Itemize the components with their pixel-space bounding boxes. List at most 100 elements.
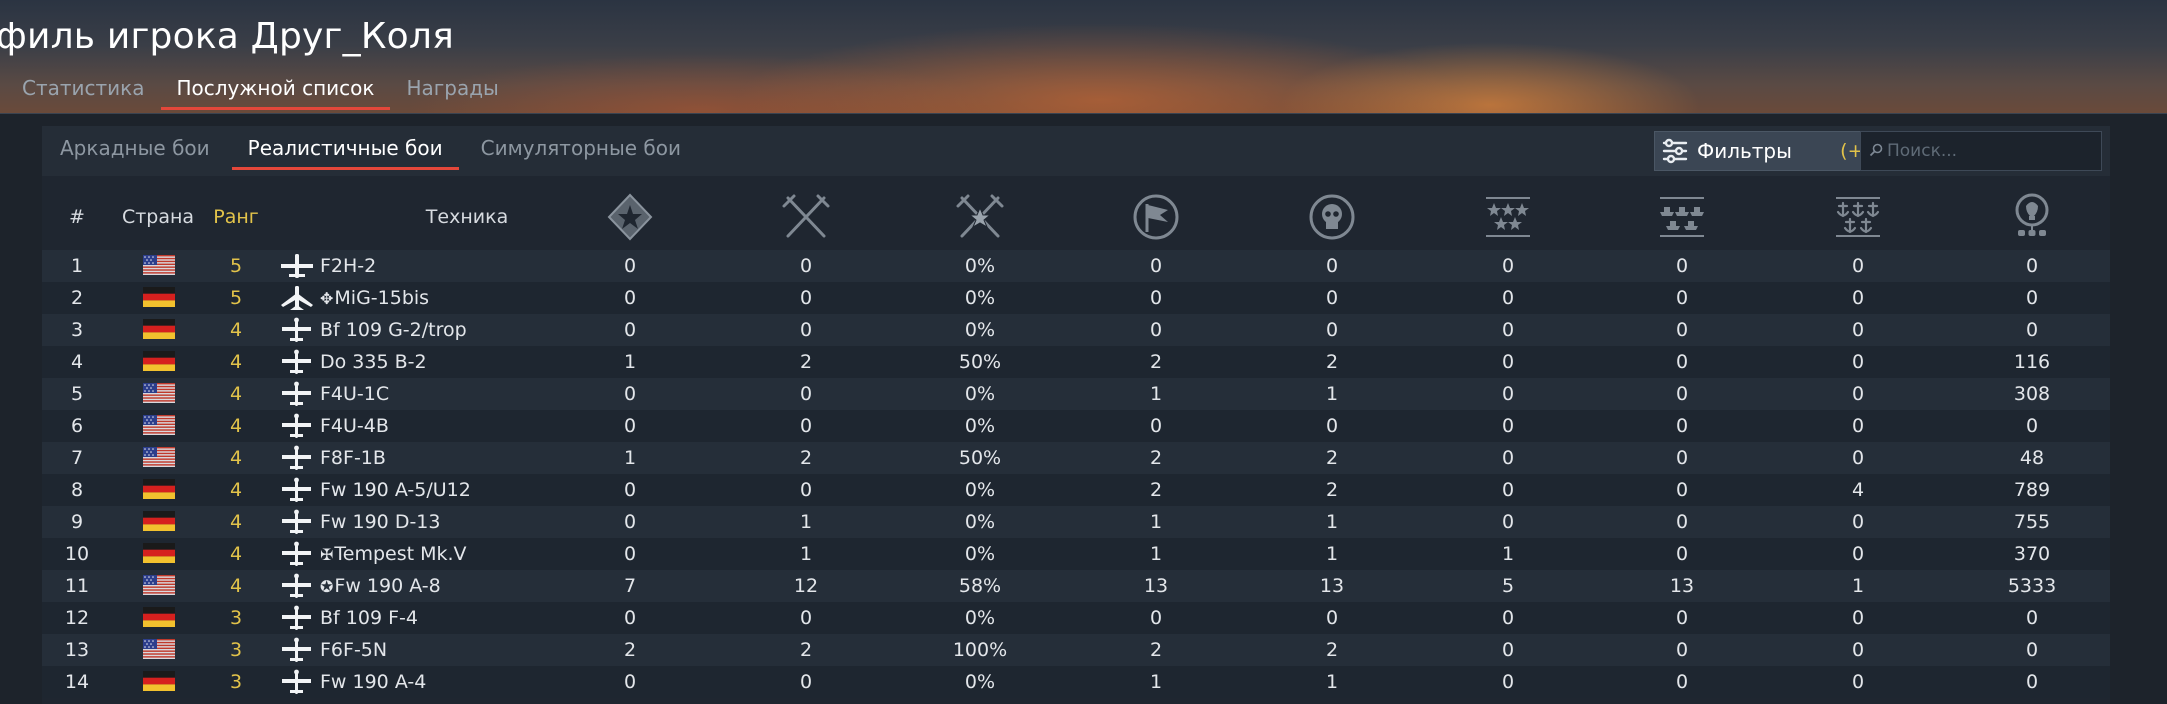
germany-flag-icon: [143, 287, 175, 307]
stat-8: 0: [1851, 287, 1865, 309]
stat-6: 0: [1501, 671, 1515, 693]
table-row[interactable]: 8 4 0 0 0% 2 2 0 0 4 789 Fw 190 A-5/U12: [42, 474, 2110, 506]
table-row[interactable]: 11 4 7 12 58% 13 13 5 13 1 5333 ✪Fw 190 A-8: [42, 570, 2110, 602]
stat-6: 0: [1501, 607, 1515, 629]
tab-realistic-battles[interactable]: Реалистичные бои: [231, 136, 459, 170]
vehicle-name[interactable]: F2H-2: [320, 250, 376, 282]
stat-8: 0: [1851, 351, 1865, 373]
stat-1: 2: [623, 639, 637, 661]
stat-3: 0%: [964, 287, 996, 309]
ships-icon[interactable]: [1642, 186, 1722, 248]
stat-2: 1: [799, 543, 813, 565]
germany-flag-icon: [143, 319, 175, 339]
vehicle-name[interactable]: Fw 190 D-13: [320, 506, 440, 538]
row-number: 14: [64, 671, 90, 693]
table-row[interactable]: 1 5 0 0 0% 0 0 0 0 0 0 F2H-2: [42, 250, 2110, 282]
table-row[interactable]: 6 4 0 0 0% 0 0 0 0 0 0 F4U-4B: [42, 410, 2110, 442]
anchors-icon[interactable]: [1818, 186, 1898, 248]
country-cell: [132, 506, 186, 538]
stat-7: 0: [1675, 447, 1689, 469]
star-diamond-icon[interactable]: [590, 186, 670, 248]
col-header-country[interactable]: Страна: [106, 186, 210, 248]
vehicle-name[interactable]: F4U-4B: [320, 410, 389, 442]
filters-button[interactable]: Фильтры (+1): [1654, 131, 1892, 171]
tab-service-record[interactable]: Послужной список: [160, 76, 391, 110]
profile-header: филь игрока Друг_Коля Статистика Послужн…: [0, 0, 2167, 114]
row-number: 12: [64, 607, 90, 629]
usa-flag-icon: [143, 415, 175, 435]
vehicle-name[interactable]: ✥MiG-15bis: [320, 282, 429, 314]
stat-9: 48: [2019, 447, 2045, 469]
skull-circle-icon[interactable]: [1292, 186, 1372, 248]
vehicle-name[interactable]: Fw 190 A-5/U12: [320, 474, 471, 506]
stat-7: 0: [1675, 255, 1689, 277]
vehicle-name-label: Fw 190 A-8: [334, 575, 441, 597]
table-row[interactable]: 13 3 2 2 100% 2 2 0 0 0 0 F6F-5N: [42, 634, 2110, 666]
col-header-num[interactable]: #: [62, 186, 92, 248]
col-header-vehicle[interactable]: Техника: [372, 186, 562, 248]
stat-7: 0: [1675, 351, 1689, 373]
stat-5: 1: [1325, 543, 1339, 565]
crossed-swords-icon[interactable]: [766, 186, 846, 248]
vehicle-name[interactable]: F8F-1B: [320, 442, 386, 474]
stat-1: 0: [623, 415, 637, 437]
tab-simulator-battles[interactable]: Симуляторные бои: [465, 136, 697, 170]
vehicle-name[interactable]: Do 335 B-2: [320, 346, 427, 378]
table-row[interactable]: 14 3 0 0 0% 1 1 0 0 0 0 Fw 190 A-4: [42, 666, 2110, 698]
search-box[interactable]: [1860, 131, 2102, 171]
stat-8: 0: [1851, 447, 1865, 469]
stat-1: 0: [623, 511, 637, 533]
col-header-rank[interactable]: Ранг: [202, 186, 270, 248]
tab-statistics[interactable]: Статистика: [22, 76, 145, 110]
vehicle-name[interactable]: F4U-1C: [320, 378, 389, 410]
plane-icon: [280, 605, 314, 631]
vehicle-name[interactable]: ✪Fw 190 A-8: [320, 570, 441, 602]
table-row[interactable]: 9 4 0 1 0% 1 1 0 0 0 755 Fw 190 D-13: [42, 506, 2110, 538]
stat-6: 0: [1501, 639, 1515, 661]
germany-flag-icon: [143, 671, 175, 691]
star-rows-icon[interactable]: [1468, 186, 1548, 248]
vehicle-name[interactable]: Bf 109 G-2/trop: [320, 314, 467, 346]
stat-5: 1: [1325, 511, 1339, 533]
table-row[interactable]: 4 4 1 2 50% 2 2 0 0 0 116 Do 335 B-2: [42, 346, 2110, 378]
flag-circle-icon[interactable]: [1116, 186, 1196, 248]
table-row[interactable]: 10 4 0 1 0% 1 1 1 0 0 370 ✠Tempest Mk.V: [42, 538, 2110, 570]
table-row[interactable]: 5 4 0 0 0% 1 1 0 0 0 308 F4U-1C: [42, 378, 2110, 410]
stat-9: 116: [2013, 351, 2051, 373]
vehicle-name[interactable]: Fw 190 A-4: [320, 666, 426, 698]
stat-1: 0: [623, 319, 637, 341]
table-row[interactable]: 7 4 1 2 50% 2 2 0 0 0 48 F8F-1B: [42, 442, 2110, 474]
stat-8: 0: [1851, 543, 1865, 565]
vehicle-name[interactable]: Bf 109 F-4: [320, 602, 418, 634]
table-row[interactable]: 12 3 0 0 0% 0 0 0 0 0 0 Bf 109 F-4: [42, 602, 2110, 634]
tab-arcade-battles[interactable]: Аркадные бои: [60, 136, 226, 170]
tab-awards[interactable]: Награды: [406, 76, 498, 110]
country-cell: [132, 634, 186, 666]
table-row[interactable]: 2 5 0 0 0% 0 0 0 0 0 0 ✥MiG-15bis: [42, 282, 2110, 314]
stat-5: 0: [1325, 319, 1339, 341]
row-rank: 4: [229, 383, 243, 405]
stat-6: 0: [1501, 383, 1515, 405]
stat-9: 5333: [2007, 575, 2057, 597]
stat-2: 0: [799, 383, 813, 405]
stat-6: 0: [1501, 255, 1515, 277]
stat-8: 0: [1851, 639, 1865, 661]
country-cell: [132, 410, 186, 442]
stat-6: 0: [1501, 511, 1515, 533]
vehicle-name-label: Fw 190 A-4: [320, 671, 427, 693]
crossed-swords-star-icon[interactable]: [940, 186, 1020, 248]
vehicle-name[interactable]: F6F-5N: [320, 634, 387, 666]
stat-7: 0: [1675, 415, 1689, 437]
row-number: 8: [70, 479, 84, 501]
usa-flag-icon: [143, 447, 175, 467]
lightbulb-icon[interactable]: [1992, 186, 2072, 248]
search-input[interactable]: [1887, 141, 2087, 161]
stat-9: 789: [2013, 479, 2051, 501]
vehicle-name[interactable]: ✠Tempest Mk.V: [320, 538, 467, 570]
table-row[interactable]: 3 4 0 0 0% 0 0 0 0 0 0 Bf 109 G-2/trop: [42, 314, 2110, 346]
stat-5: 0: [1325, 415, 1339, 437]
vehicle-name-label: Tempest Mk.V: [334, 543, 467, 565]
stat-5: 0: [1325, 287, 1339, 309]
stat-5: 13: [1319, 575, 1345, 597]
row-number: 7: [70, 447, 84, 469]
